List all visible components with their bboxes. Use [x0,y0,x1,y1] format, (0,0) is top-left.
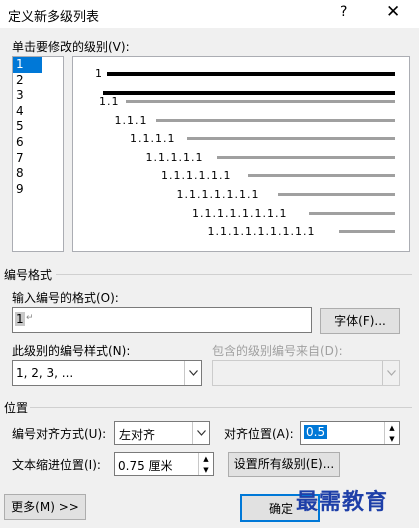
preview-line [339,230,395,234]
number-style-select[interactable]: 1, 2, 3, ... [12,360,202,386]
more-button[interactable]: 更多(M) >> [4,494,86,520]
set-all-levels-button[interactable]: 设置所有级别(E)... [228,452,340,477]
preview-row: 1.1.1 [73,114,409,130]
align-at-spinner[interactable]: ▲ ▼ [384,422,399,444]
level-item[interactable]: 5 [13,119,63,135]
number-style-value: 1, 2, 3, ... [16,366,74,380]
level-item[interactable]: 2 [13,73,63,89]
level-item[interactable]: 7 [13,151,63,167]
dialog-title: 定义新多级列表 [8,10,100,25]
align-at-value: 0.5 [304,425,328,439]
level-item[interactable]: 3 [13,88,63,104]
chevron-down-icon [184,361,201,385]
indent-label: 文本缩进位置(I): [12,458,101,472]
number-format-section-title: 编号格式 [4,268,53,282]
level-item[interactable]: 9 [13,182,63,198]
preview-line [278,193,395,196]
alignment-select[interactable]: 左对齐 [114,421,210,445]
close-button[interactable]: ✕ [386,2,400,22]
spin-up-icon[interactable]: ▲ [199,453,213,464]
include-level-label: 包含的级别编号来自(D): [212,344,343,358]
level-label: 单击要修改的级别(V): [12,40,130,54]
preview-number: 1.1.1.1.1 [145,150,204,164]
level-item[interactable]: 1 [13,57,42,73]
include-level-select [212,360,400,386]
preview-row: 1.1.1.1.1.1.1.1 [73,207,409,223]
preview-number: 1 [95,67,103,80]
indent-spinner[interactable]: ▲ ▼ [198,453,213,475]
preview-number: 1.1.1.1.1.1.1.1 [192,206,288,220]
level-preview: 1 1.1 1.1.1 1.1.1.1 1.1.1.1.1 1.1.1.1.1.1 1.1.… [72,56,410,252]
section-divider [30,407,412,408]
preview-number: 1.1.1 [114,113,148,127]
level-list[interactable]: 123456789 [12,56,64,252]
level-item[interactable]: 6 [13,135,63,151]
alignment-value: 左对齐 [119,428,156,442]
preview-row: 1.1.1.1.1.1 [73,169,409,185]
preview-row: 1.1.1.1.1.1.1.1.1 [73,225,409,241]
spin-down-icon[interactable]: ▼ [199,464,213,475]
format-value: 1 [15,312,25,326]
spin-up-icon[interactable]: ▲ [385,422,399,433]
preview-number: 1.1.1.1.1.1 [161,169,232,183]
preview-number: 1.1.1.1 [130,132,176,146]
spin-down-icon[interactable]: ▼ [385,433,399,444]
preview-number: 1.1 [99,95,120,108]
preview-row: 1.1.1.1.1 [73,151,409,167]
style-label: 此级别的编号样式(N): [12,344,131,358]
position-section-title: 位置 [4,401,29,415]
level-item[interactable]: 4 [13,104,63,120]
preview-row: 1.1.1.1.1.1.1 [73,188,409,204]
font-button[interactable]: 字体(F)... [320,308,400,334]
preview-number: 1.1.1.1.1.1.1.1.1 [207,225,316,239]
preview-line [186,137,395,141]
level-item[interactable]: 8 [13,166,63,182]
preview-line [156,118,395,122]
format-label: 输入编号的格式(O): [12,291,119,305]
chevron-down-icon [192,422,209,444]
format-input[interactable]: 1 ↵ [12,307,312,333]
watermark-text: 最需教育 [296,489,389,515]
align-at-input[interactable]: 0.5 ▲ ▼ [300,421,400,445]
preview-number: 1.1.1.1.1.1.1 [176,188,260,201]
preview-line [125,100,395,103]
paragraph-mark-icon: ↵ [26,313,34,323]
indent-input[interactable]: 0.75 厘米 ▲ ▼ [114,452,214,476]
alignment-label: 编号对齐方式(U): [12,427,107,441]
preview-line [106,72,395,76]
preview-row: 1 [73,67,409,83]
preview-line [247,174,395,178]
preview-line [308,211,395,215]
preview-line [217,155,395,159]
align-at-label: 对齐位置(A): [224,427,294,441]
preview-row: 1.1.1.1 [73,132,409,148]
chevron-down-icon [382,361,399,385]
section-divider [56,274,412,275]
help-button[interactable]: ? [340,4,347,20]
indent-value: 0.75 厘米 [118,459,173,473]
preview-row: 1.1 [73,95,409,111]
